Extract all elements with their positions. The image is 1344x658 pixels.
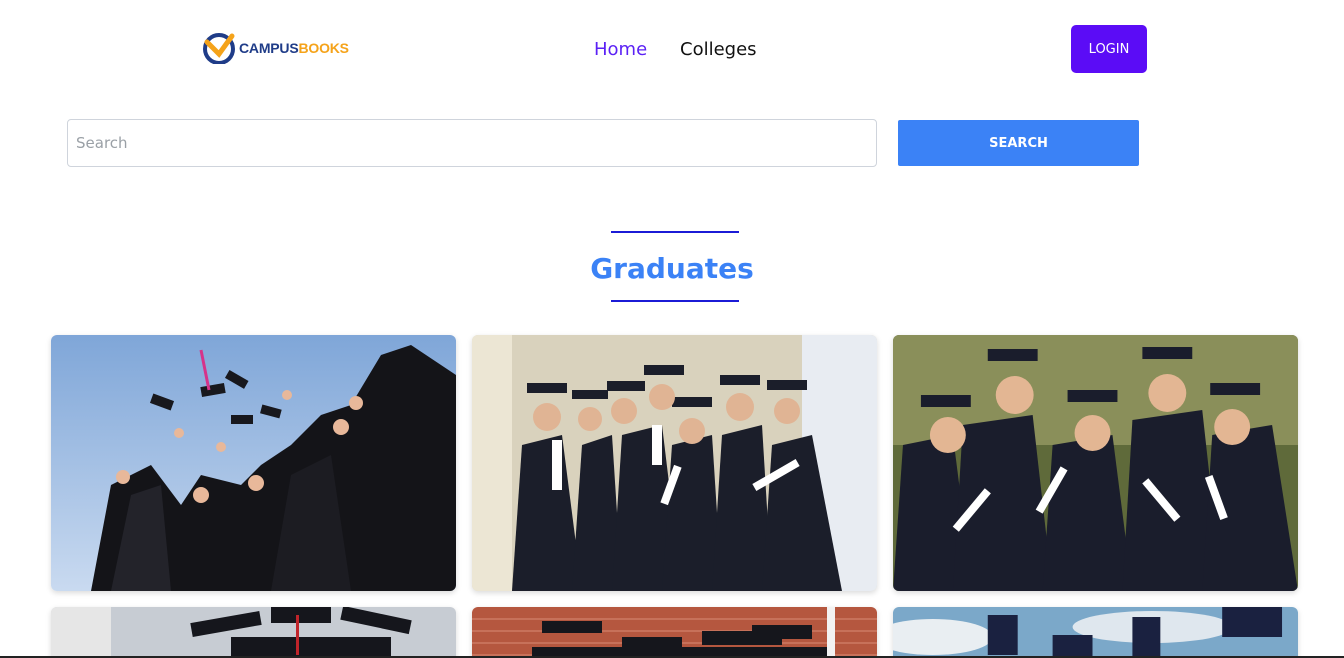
navbar: CAMPUSBOOKS Home Colleges LOGIN — [0, 0, 1344, 100]
section-divider-bottom — [611, 300, 739, 302]
graduates-campus-picture — [472, 607, 877, 658]
section-title: Graduates — [590, 252, 754, 285]
section-divider-top — [611, 231, 739, 233]
graduates-campus-image[interactable] — [472, 607, 877, 658]
logo-text-part2: BOOKS — [298, 40, 349, 56]
graduates-smiling-diplomas-image[interactable] — [893, 335, 1298, 591]
logo-text-part1: CAMPUS — [239, 40, 299, 56]
graduates-smiling-diplomas-picture — [893, 335, 1298, 591]
search-input[interactable] — [67, 119, 877, 167]
logo-icon — [203, 33, 235, 64]
nav-home-link[interactable]: Home — [594, 38, 647, 62]
graduates-group-diplomas-image[interactable] — [472, 335, 877, 591]
logo-text: CAMPUSBOOKS — [239, 40, 349, 56]
search-button[interactable]: SEARCH — [898, 120, 1139, 166]
graduates-throwing-caps-picture — [51, 335, 456, 591]
graduates-row-picture — [51, 607, 456, 658]
campusbooks-logo[interactable]: CAMPUSBOOKS — [203, 32, 349, 64]
graduates-throwing-caps-image[interactable] — [51, 335, 456, 591]
graduates-group-diplomas-picture — [472, 335, 877, 591]
graduates-row-image[interactable] — [51, 607, 456, 658]
login-button[interactable]: LOGIN — [1071, 25, 1147, 73]
nav-colleges-link[interactable]: Colleges — [680, 38, 757, 62]
graduates-sky-picture — [893, 607, 1298, 658]
graduates-sky-image[interactable] — [893, 607, 1298, 658]
